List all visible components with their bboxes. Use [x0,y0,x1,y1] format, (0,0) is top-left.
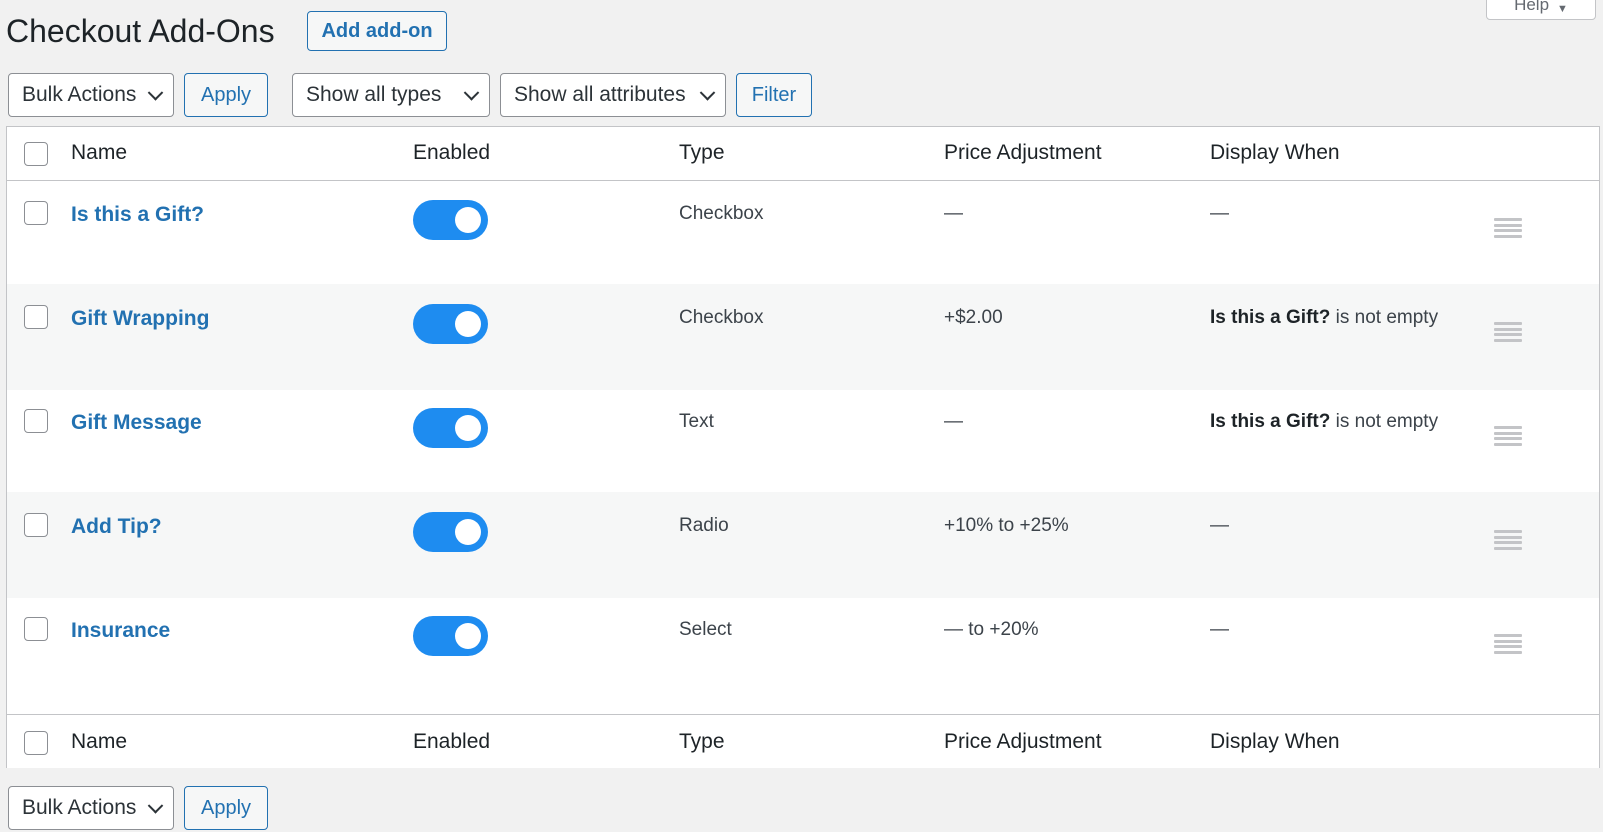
addon-name-link[interactable]: Is this a Gift? [71,203,204,227]
addon-display-when: — [1210,515,1229,537]
table-row: Add Tip? Radio +10% to +25% — [7,492,1599,598]
column-footer-enabled: Enabled [413,730,491,753]
addon-price: — to +20% [944,619,1039,640]
addon-type: Checkbox [679,307,764,328]
row-checkbox[interactable] [24,409,48,433]
column-header-type: Type [679,141,725,164]
column-header-enabled: Enabled [413,141,491,164]
drag-handle-icon[interactable] [1494,322,1522,342]
display-condition-text: — [1210,619,1229,640]
addon-display-when: Is this a Gift? is not empty [1210,307,1438,329]
chevron-down-icon [147,85,164,101]
row-checkbox[interactable] [24,513,48,537]
chevron-down-icon [463,85,480,101]
addon-price: +10% to +25% [944,515,1069,536]
table-header: Name Enabled Type Price Adjustment Displ… [7,127,1599,181]
addon-price: — [944,411,963,432]
bulk-actions-select-bottom[interactable]: Bulk Actions [8,786,174,830]
table-row: Insurance Select — to +20% — [7,596,1599,702]
bulk-actions-label: Bulk Actions [22,796,137,819]
toggle-knob [455,623,481,649]
bulk-actions-select-top[interactable]: Bulk Actions [8,73,174,117]
column-footer-price: Price Adjustment [944,730,1102,753]
toggle-knob [455,311,481,337]
column-header-name[interactable]: Name [71,141,127,165]
enabled-toggle[interactable] [413,200,488,240]
select-all-checkbox-footer[interactable] [24,731,48,755]
table-footer: Name Enabled Type Price Adjustment Displ… [7,714,1599,768]
display-condition-text: — [1210,203,1229,224]
addons-table: Name Enabled Type Price Adjustment Displ… [6,126,1600,768]
addon-name-link[interactable]: Insurance [71,619,170,643]
row-checkbox[interactable] [24,305,48,329]
addon-name-link[interactable]: Gift Wrapping [71,307,209,331]
type-filter-label: Show all types [306,83,442,106]
attribute-filter-label: Show all attributes [514,83,686,106]
display-condition-text: is not empty [1330,411,1439,432]
addon-name-link[interactable]: Gift Message [71,411,202,435]
addon-price: +$2.00 [944,307,1003,328]
column-header-display: Display When [1210,141,1340,164]
page-title: Checkout Add-Ons [6,13,275,49]
addon-display-when: — [1210,203,1229,225]
column-footer-display: Display When [1210,730,1340,753]
display-condition-text: — [1210,515,1229,536]
toggle-knob [455,415,481,441]
table-row: Is this a Gift? Checkbox — — [7,180,1599,286]
addon-type: Text [679,411,714,432]
row-checkbox[interactable] [24,201,48,225]
addon-type: Radio [679,515,729,536]
row-checkbox[interactable] [24,617,48,641]
add-addon-button[interactable]: Add add-on [307,11,447,51]
display-condition-field: Is this a Gift? [1210,411,1331,432]
drag-handle-icon[interactable] [1494,218,1522,238]
enabled-toggle[interactable] [413,408,488,448]
display-condition-text: is not empty [1330,307,1439,328]
table-row: Gift Message Text — Is this a Gift? is n… [7,388,1599,494]
addon-display-when: Is this a Gift? is not empty [1210,411,1438,433]
attribute-filter-select[interactable]: Show all attributes [500,73,726,117]
addon-name-link[interactable]: Add Tip? [71,515,162,539]
addon-price: — [944,203,963,224]
display-condition-field: Is this a Gift? [1210,307,1331,328]
select-all-checkbox[interactable] [24,142,48,166]
drag-handle-icon[interactable] [1494,426,1522,446]
column-footer-type: Type [679,730,725,753]
drag-handle-icon[interactable] [1494,634,1522,654]
type-filter-select[interactable]: Show all types [292,73,490,117]
help-tab-label: Help [1514,0,1550,14]
toggle-knob [455,207,481,233]
addon-display-when: — [1210,619,1229,641]
enabled-toggle[interactable] [413,304,488,344]
column-header-price: Price Adjustment [944,141,1102,164]
table-row: Gift Wrapping Checkbox +$2.00 Is this a … [7,284,1599,390]
drag-handle-icon[interactable] [1494,530,1522,550]
column-footer-name[interactable]: Name [71,730,127,754]
help-tab[interactable]: Help ▼ [1486,0,1596,20]
bulk-actions-label: Bulk Actions [22,83,137,106]
enabled-toggle[interactable] [413,512,488,552]
addon-type: Select [679,619,732,640]
filter-button[interactable]: Filter [736,73,812,117]
apply-button-bottom[interactable]: Apply [184,786,268,830]
apply-button-top[interactable]: Apply [184,73,268,117]
chevron-down-icon [699,85,716,101]
enabled-toggle[interactable] [413,616,488,656]
chevron-down-icon [147,798,164,814]
toggle-knob [455,519,481,545]
addon-type: Checkbox [679,203,764,224]
caret-down-icon: ▼ [1557,3,1568,15]
